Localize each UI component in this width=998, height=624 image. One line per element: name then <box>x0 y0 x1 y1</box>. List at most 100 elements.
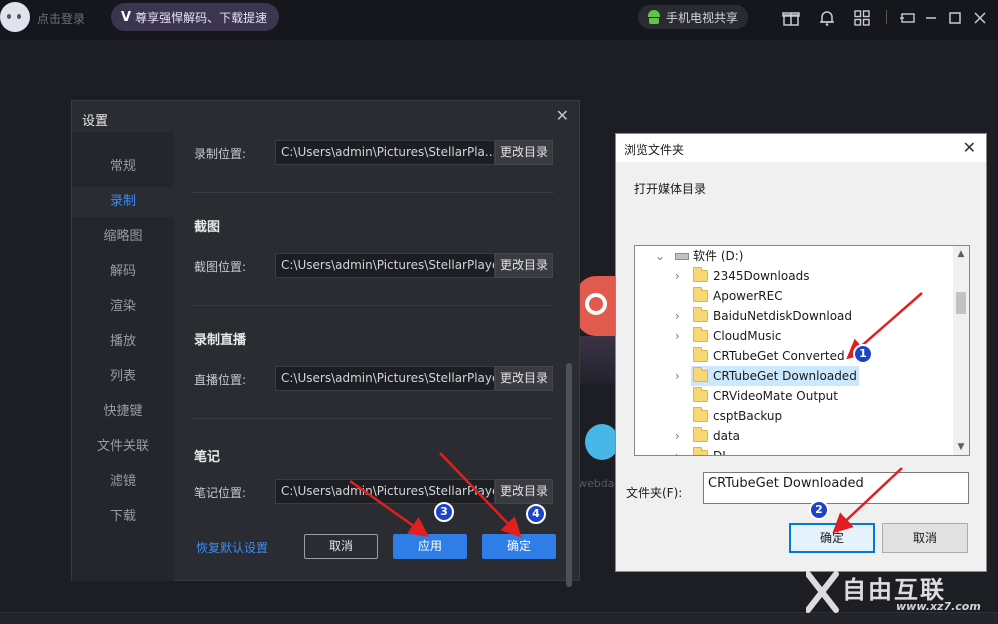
step-badge-2: 2 <box>809 500 829 520</box>
tree-item-folder[interactable]: › DL... <box>635 446 955 456</box>
scroll-down-icon[interactable]: ▼ <box>953 439 969 455</box>
chevron-right-icon[interactable]: › <box>675 306 680 326</box>
divider <box>192 305 554 306</box>
sidebar-item-shortcuts[interactable]: 快捷键 <box>72 397 174 427</box>
tree-item-label: CloudMusic <box>713 329 782 343</box>
scroll-up-icon[interactable]: ▲ <box>953 246 969 262</box>
screenshot-location-label: 截图位置: <box>194 260 247 274</box>
tree-item-label: CRVideoMate Output <box>713 389 838 403</box>
sidebar-item-thumbnail[interactable]: 缩略图 <box>72 222 174 252</box>
tree-item-label: DL... <box>713 449 741 456</box>
apps-grid-icon[interactable] <box>853 9 871 27</box>
tree-item-folder[interactable]: › CRTubeGet Downloaded <box>635 366 955 386</box>
tree-item-folder[interactable]: CRVideoMate Output <box>635 386 955 406</box>
background-media-thumbnail <box>576 276 616 336</box>
tree-item-label: CRTubeGet Downloaded <box>713 369 857 383</box>
sidebar-item-download[interactable]: 下载 <box>72 502 174 532</box>
tree-scrollbar[interactable]: ▲ ▼ <box>953 246 969 455</box>
cancel-button[interactable]: 取消 <box>304 534 378 559</box>
browse-cancel-button[interactable]: 取消 <box>882 523 968 553</box>
vip-banner[interactable]: V 尊享强悍解码、下载提速 <box>111 3 279 31</box>
sidebar-item-file-association[interactable]: 文件关联 <box>72 432 174 462</box>
browse-title-bar: 浏览文件夹 ✕ <box>616 134 986 162</box>
folder-icon <box>693 347 708 362</box>
scroll-thumb[interactable] <box>956 292 966 314</box>
sidebar-item-decode[interactable]: 解码 <box>72 257 174 287</box>
sidebar-item-general[interactable]: 常规 <box>72 152 174 182</box>
sidebar-item-filters[interactable]: 滤镜 <box>72 467 174 497</box>
avatar[interactable] <box>0 2 30 32</box>
notes-change-dir-button[interactable]: 更改目录 <box>495 479 553 504</box>
screenshot-section-title: 截图 <box>194 220 221 235</box>
tree-item-folder[interactable]: › data <box>635 426 955 446</box>
tree-item-folder[interactable]: › BaiduNetdiskDownload <box>635 306 955 326</box>
folder-icon <box>693 407 708 422</box>
chevron-down-icon[interactable]: ⌄ <box>655 246 665 266</box>
tree-item-folder[interactable]: CRTubeGet Converted <box>635 346 955 366</box>
watermark-logo-icon <box>805 571 839 613</box>
phone-tv-share-label: 手机电视共享 <box>666 10 739 25</box>
phone-tv-share-button[interactable]: 手机电视共享 <box>638 5 748 29</box>
record-location-input[interactable]: C:\Users\admin\Pictures\StellarPla... <box>275 140 495 165</box>
screenshot-change-dir-button[interactable]: 更改目录 <box>495 253 553 278</box>
sidebar-item-render[interactable]: 渲染 <box>72 292 174 322</box>
watermark: 自由互联 www.xz7.com <box>805 568 992 620</box>
notes-location-input[interactable]: C:\Users\admin\Pictures\StellarPlayer <box>275 479 495 504</box>
record-change-dir-button[interactable]: 更改目录 <box>495 140 553 165</box>
folder-icon <box>693 327 708 342</box>
bell-icon[interactable] <box>818 9 836 27</box>
background-app-icon <box>585 424 619 460</box>
divider <box>192 192 554 193</box>
record-location-label: 录制位置: <box>194 147 247 161</box>
settings-scrollbar[interactable] <box>566 363 572 587</box>
mini-mode-icon[interactable] <box>899 9 917 27</box>
settings-dialog: 设置 ✕ 常规 录制 缩略图 解码 渲染 播放 列表 快捷键 文件关联 滤镜 下… <box>71 100 580 587</box>
drive-icon <box>675 253 689 260</box>
browse-close-icon[interactable]: ✕ <box>963 138 976 157</box>
chevron-right-icon[interactable]: › <box>675 446 680 455</box>
notes-location-label: 笔记位置: <box>194 486 247 500</box>
chevron-right-icon[interactable]: › <box>675 326 680 346</box>
tree-item-folder[interactable]: ApowerREC <box>635 286 955 306</box>
close-icon[interactable] <box>971 9 989 27</box>
login-link[interactable]: 点击登录 <box>37 10 85 27</box>
android-icon <box>648 10 660 24</box>
tree-item-label: 2345Downloads <box>713 269 810 283</box>
restore-defaults-link[interactable]: 恢复默认设置 <box>196 539 268 556</box>
folder-tree: ⌄ 软件 (D:) › 2345Downloads ApowerREC › Ba… <box>634 245 970 456</box>
tree-item-folder[interactable]: › CloudMusic <box>635 326 955 346</box>
sidebar-item-record[interactable]: 录制 <box>72 187 174 217</box>
sidebar-item-playback[interactable]: 播放 <box>72 327 174 357</box>
gift-icon[interactable] <box>782 9 800 27</box>
step-badge-3: 3 <box>434 502 454 522</box>
ok-button[interactable]: 确定 <box>482 534 556 559</box>
chevron-right-icon[interactable]: › <box>675 266 680 286</box>
folder-icon <box>693 367 708 382</box>
folder-icon <box>693 307 708 322</box>
tree-item-label: 软件 (D:) <box>693 249 744 263</box>
tree-item-drive-d[interactable]: ⌄ 软件 (D:) <box>635 246 955 266</box>
vip-icon: V <box>121 9 132 25</box>
background-partial-text: webda <box>578 477 615 490</box>
tree-item-folder[interactable]: › 2345Downloads <box>635 266 955 286</box>
chevron-right-icon[interactable]: › <box>675 426 680 446</box>
apply-button[interactable]: 应用 <box>393 534 467 559</box>
settings-sidebar: 常规 录制 缩略图 解码 渲染 播放 列表 快捷键 文件关联 滤镜 下载 <box>72 132 174 581</box>
minimize-icon[interactable] <box>922 9 940 27</box>
tree-item-label: ApowerREC <box>713 289 783 303</box>
settings-close-icon[interactable]: ✕ <box>556 106 569 125</box>
screenshot-location-input[interactable]: C:\Users\admin\Pictures\StellarPlayer <box>275 253 495 278</box>
settings-content: 录制位置: C:\Users\admin\Pictures\StellarPla… <box>174 132 579 581</box>
tree-item-folder[interactable]: csptBackup <box>635 406 955 426</box>
live-location-label: 直播位置: <box>194 373 247 387</box>
chevron-right-icon[interactable]: › <box>675 366 680 386</box>
toolbar-divider <box>886 10 887 24</box>
sidebar-item-list[interactable]: 列表 <box>72 362 174 392</box>
live-location-input[interactable]: C:\Users\admin\Pictures\StellarPlayer <box>275 366 495 391</box>
folder-icon <box>693 427 708 442</box>
browse-ok-button[interactable]: 确定 <box>789 523 875 553</box>
maximize-icon[interactable] <box>946 9 964 27</box>
background-media-strip <box>576 336 616 384</box>
folder-name-input[interactable]: CRTubeGet Downloaded <box>703 472 969 504</box>
live-change-dir-button[interactable]: 更改目录 <box>495 366 553 391</box>
